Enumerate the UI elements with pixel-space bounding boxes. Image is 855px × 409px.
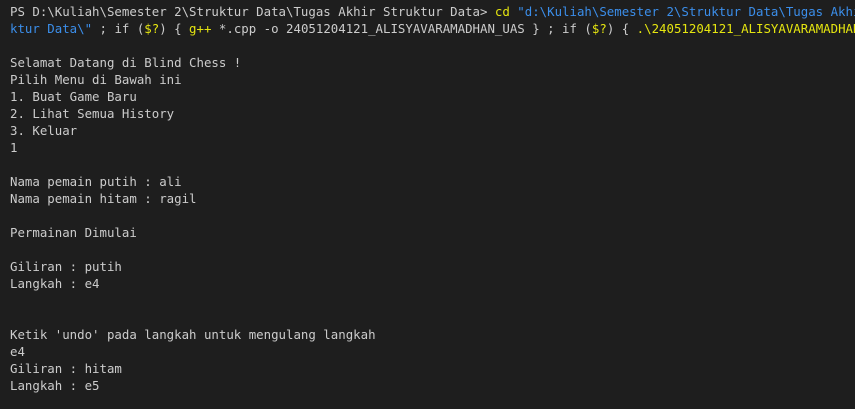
- command-line-2: ktur Data\" ; if ($?) { g++ *.cpp -o 240…: [10, 20, 855, 37]
- game-started-text: Permainan Dimulai: [10, 225, 137, 240]
- exit-status-var: $?: [144, 21, 160, 36]
- menu-choice-input: 1: [10, 140, 18, 155]
- cd-path-argument: "d:\Kuliah\Semester 2\Struktur Data\Tuga…: [517, 4, 855, 19]
- menu-item: 1. Buat Game Baru: [10, 89, 137, 104]
- exit-status-var: $?: [591, 21, 607, 36]
- command-segment: ; if (: [92, 21, 145, 36]
- turn-indicator: Giliran : hitam: [10, 361, 122, 376]
- move-input: Langkah : e5: [10, 378, 100, 393]
- cd-command: cd: [494, 4, 510, 19]
- compile-arguments: *.cpp -o 24051204121_ALISYAVARAMADHAN_UA…: [211, 21, 592, 36]
- menu-prompt: Pilih Menu di Bawah ini: [10, 72, 182, 87]
- undo-hint: Ketik 'undo' pada langkah untuk mengulan…: [10, 327, 376, 342]
- menu-item: 2. Lihat Semua History: [10, 106, 175, 121]
- command-segment: ) {: [606, 21, 637, 36]
- command-segment: ) {: [159, 21, 190, 36]
- welcome-text: Selamat Datang di Blind Chess !: [10, 55, 242, 70]
- move-input: Langkah : e4: [10, 276, 100, 291]
- echoed-move: e4: [10, 344, 25, 359]
- turn-indicator: Giliran : putih: [10, 259, 122, 274]
- executable-command: .\24051204121_ALISYAVARAMADHAN_UAS: [636, 21, 855, 36]
- terminal-panel[interactable]: PS D:\Kuliah\Semester 2\Struktur Data\Tu…: [0, 0, 855, 409]
- black-player-name: Nama pemain hitam : ragil: [10, 191, 197, 206]
- gpp-command: g++: [189, 21, 212, 36]
- shell-prompt: PS D:\Kuliah\Semester 2\Struktur Data\Tu…: [10, 4, 495, 19]
- cd-path-argument-rest: ktur Data\": [10, 21, 93, 36]
- white-player-name: Nama pemain putih : ali: [10, 174, 182, 189]
- menu-item: 3. Keluar: [10, 123, 78, 138]
- command-line-1: PS D:\Kuliah\Semester 2\Struktur Data\Tu…: [10, 3, 855, 20]
